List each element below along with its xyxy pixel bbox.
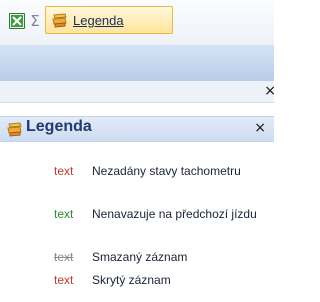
legend-description: Nenavazuje na předchozí jízdu <box>92 207 257 221</box>
legend-panel-header: Legenda × <box>0 116 274 142</box>
legend-sample: text <box>54 273 74 287</box>
panel-area-header <box>0 45 274 81</box>
panel-title: Legenda <box>26 118 92 135</box>
panel-strip: × <box>0 81 276 103</box>
legenda-tab-label: Legenda <box>73 13 124 28</box>
legend-description: Smazaný záznam <box>92 250 188 264</box>
sigma-icon[interactable]: Σ <box>28 11 42 31</box>
legend-icon <box>7 122 23 142</box>
close-icon[interactable]: × <box>264 83 276 99</box>
legend-description: Nezadány stavy tachometru <box>92 164 241 178</box>
excel-icon[interactable] <box>9 13 25 29</box>
close-icon[interactable]: × <box>254 120 266 136</box>
legend-description: Skrytý záznam <box>92 273 171 287</box>
legenda-tab[interactable]: Legenda <box>45 6 173 34</box>
legend-icon <box>52 13 68 33</box>
legend-sample: text <box>54 164 74 178</box>
legend-sample: text <box>54 207 74 221</box>
legend-sample: text <box>54 250 74 264</box>
toolbar: Σ Legenda <box>0 0 274 45</box>
